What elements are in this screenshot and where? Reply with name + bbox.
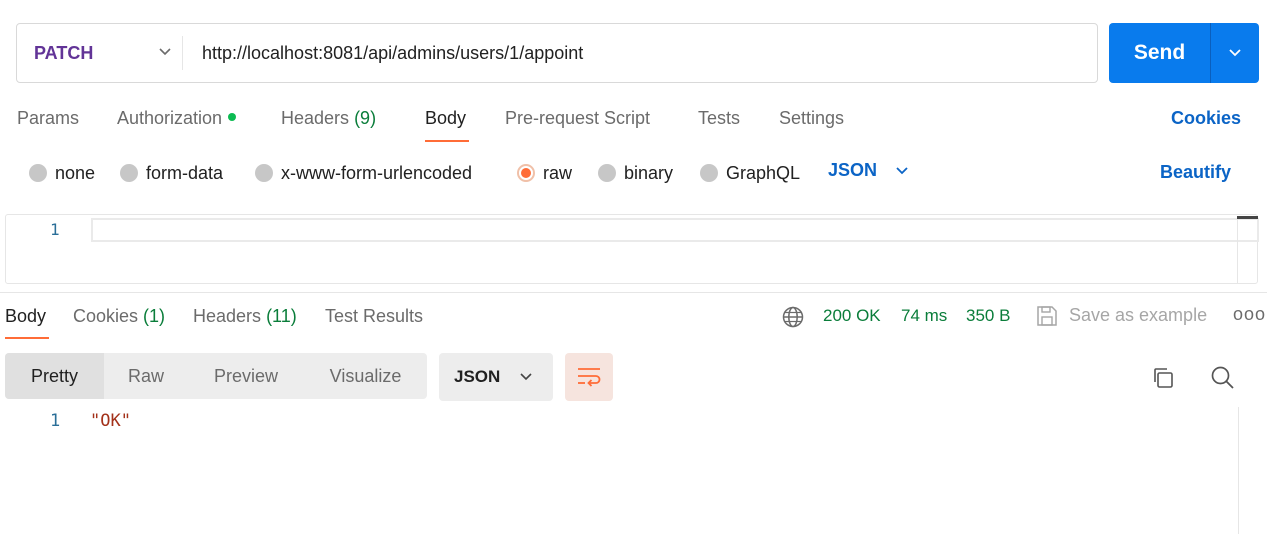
response-scrollbar[interactable]	[1238, 407, 1239, 534]
wrap-lines-icon	[578, 368, 601, 387]
view-mode-raw[interactable]: Raw	[104, 353, 188, 399]
body-format-select[interactable]: JSON	[828, 160, 909, 181]
chevron-down-icon	[896, 166, 908, 174]
response-tab-test-results[interactable]: Test Results	[325, 306, 423, 327]
wrap-lines-button[interactable]	[565, 353, 613, 401]
response-tab-headers[interactable]: Headers (11)	[193, 306, 297, 327]
tab-headers[interactable]: Headers (9)	[281, 108, 376, 132]
send-button[interactable]: Send	[1109, 23, 1210, 83]
editor-scrollbar[interactable]	[1237, 216, 1258, 284]
response-tab-body-indicator	[5, 337, 49, 339]
active-line-highlight	[91, 218, 1259, 242]
response-body-content: "OK"	[90, 411, 131, 431]
cookies-link[interactable]: Cookies	[1171, 108, 1241, 129]
tab-pre-request-script[interactable]: Pre-request Script	[505, 108, 650, 132]
response-format-select[interactable]: JSON	[439, 353, 553, 401]
auth-status-dot	[228, 113, 237, 122]
copy-icon[interactable]	[1151, 366, 1175, 390]
radio-circle	[255, 164, 273, 182]
beautify-button[interactable]: Beautify	[1160, 162, 1231, 183]
tab-params[interactable]: Params	[17, 108, 79, 132]
url-input[interactable]: http://localhost:8081/api/admins/users/1…	[202, 24, 583, 82]
radio-graphql[interactable]: GraphQL	[700, 160, 800, 186]
save-as-example-button[interactable]: Save as example	[1069, 305, 1207, 326]
send-button-group: Send	[1109, 23, 1259, 83]
response-time[interactable]: 74 ms	[901, 306, 947, 326]
send-options-chevron-icon[interactable]	[1227, 45, 1243, 61]
tab-body[interactable]: Body	[425, 108, 466, 132]
radio-circle	[120, 164, 138, 182]
search-icon[interactable]	[1210, 365, 1235, 390]
view-mode-visualize[interactable]: Visualize	[304, 353, 427, 399]
headers-count: (9)	[354, 108, 377, 128]
response-tab-cookies[interactable]: Cookies (1)	[73, 306, 165, 327]
more-options-icon[interactable]: ooo	[1233, 304, 1266, 325]
radio-form-data[interactable]: form-data	[120, 160, 223, 186]
url-divider	[182, 36, 183, 70]
radio-circle	[700, 164, 718, 182]
line-number: 1	[50, 411, 61, 431]
tab-tests[interactable]: Tests	[698, 108, 740, 132]
view-mode-preview[interactable]: Preview	[188, 353, 304, 399]
radio-x-www-form-urlencoded[interactable]: x-www-form-urlencoded	[255, 160, 472, 186]
send-split-divider	[1210, 23, 1211, 83]
response-status[interactable]: 200 OK	[823, 306, 881, 326]
request-url-bar: PATCH http://localhost:8081/api/admins/u…	[16, 23, 1098, 83]
line-number: 1	[50, 220, 60, 239]
radio-binary[interactable]: binary	[598, 160, 673, 186]
radio-circle	[29, 164, 47, 182]
radio-none[interactable]: none	[29, 160, 95, 186]
method-label: PATCH	[34, 42, 94, 63]
view-mode-pretty[interactable]: Pretty	[5, 353, 104, 399]
radio-circle	[598, 164, 616, 182]
radio-raw[interactable]: raw	[517, 160, 572, 186]
tab-settings[interactable]: Settings	[779, 108, 844, 132]
radio-circle-selected	[517, 164, 535, 182]
editor-resize-handle[interactable]	[1237, 216, 1258, 219]
chevron-down-icon	[159, 48, 171, 56]
tab-body-indicator	[425, 140, 469, 142]
method-select[interactable]: PATCH	[34, 24, 184, 82]
pane-divider[interactable]	[0, 292, 1267, 293]
globe-icon[interactable]	[782, 306, 804, 328]
tab-authorization[interactable]: Authorization	[117, 108, 237, 132]
save-icon	[1037, 306, 1057, 326]
chevron-down-icon	[520, 373, 532, 381]
response-size[interactable]: 350 B	[966, 306, 1010, 326]
response-tab-body[interactable]: Body	[5, 306, 46, 327]
